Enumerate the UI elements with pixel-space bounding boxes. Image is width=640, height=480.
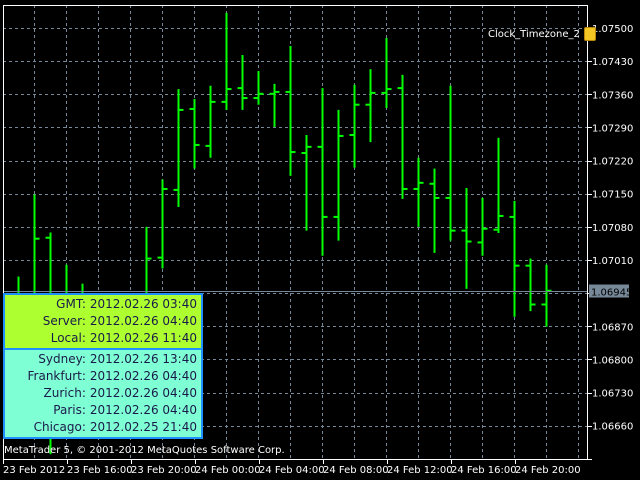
clock-label: Sydney: — [38, 351, 86, 366]
clock-row-local: Local: 2012.02.26 11:40 — [5, 330, 197, 347]
price-tick-label: 1.07080 — [592, 223, 633, 234]
copyright-text: MetaTrader 5, © 2001-2012 MetaQuotes Sof… — [4, 445, 285, 456]
clock-value: 2012.02.25 21:40 — [89, 420, 197, 435]
clock-label: Server: — [42, 314, 86, 329]
clock-row-chicago: Chicago: 2012.02.25 21:40 — [5, 419, 197, 436]
ohlc-bar — [509, 200, 520, 317]
ohlc-bar — [221, 12, 232, 110]
clock-value: 2012.02.26 13:40 — [89, 351, 197, 366]
expert-name: Clock_Timezone_2 — [488, 28, 580, 40]
ohlc-bar — [541, 264, 552, 327]
ohlc-bar — [365, 69, 376, 143]
timezone-section: Sydney: 2012.02.26 13:40 Frankfurt: 2012.0… — [5, 349, 201, 437]
ohlc-bar — [525, 258, 536, 312]
ohlc-bar — [317, 88, 328, 256]
time-tick-label: 24 Feb 08:00 — [323, 465, 389, 476]
clock-row-server: Server: 2012.02.26 04:40 — [5, 313, 197, 330]
clock-value: 2012.02.26 04:40 — [89, 314, 197, 329]
price-tick-label: 1.07500 — [592, 24, 633, 35]
time-tick-label: 23 Feb 2012 — [3, 465, 65, 476]
ohlc-bar — [445, 85, 456, 241]
time-tick-label: 24 Feb 00:00 — [195, 465, 261, 476]
price-tick-label: 1.07150 — [592, 190, 633, 201]
ohlc-bar — [477, 197, 488, 256]
clock-value: 2012.02.26 04:40 — [89, 368, 197, 383]
ohlc-bar — [237, 54, 248, 110]
ohlc-bar — [397, 74, 408, 199]
price-tick-label: 1.06800 — [592, 355, 633, 366]
price-tick-label: 1.07360 — [592, 90, 633, 101]
time-tick-label: 23 Feb 16:00 — [67, 465, 133, 476]
price-tick-label: 1.06870 — [592, 322, 633, 333]
ohlc-bar — [349, 84, 360, 168]
clock-label: Local: — [50, 331, 86, 346]
clock-row-gmt: GMT: 2012.02.26 03:40 — [5, 296, 197, 313]
scroll-icon — [583, 27, 596, 41]
ohlc-bar — [205, 85, 216, 158]
ohlc-bar — [493, 137, 504, 233]
price-tick-label: 1.07220 — [592, 157, 633, 168]
clock-label: Frankfurt: — [27, 368, 86, 383]
ohlc-bar — [189, 99, 200, 169]
ohlc-bar — [173, 89, 184, 207]
ohlc-bar — [301, 134, 312, 231]
time-tick-label: 23 Feb 20:00 — [131, 465, 197, 476]
ohlc-bar — [269, 83, 280, 127]
clock-value: 2012.02.26 03:40 — [89, 297, 197, 311]
ohlc-bar — [253, 71, 264, 105]
current-price-label: 1.06945 — [591, 288, 632, 299]
ohlc-bar — [461, 188, 472, 289]
price-tick-label: 1.06730 — [592, 389, 633, 400]
expert-label[interactable]: Clock_Timezone_2 — [488, 27, 596, 41]
main-clock-section: GMT: 2012.02.26 03:40 Server: 2012.02.26 0… — [5, 295, 201, 348]
clock-value: 2012.02.26 04:40 — [89, 385, 197, 400]
time-tick-label: 24 Feb 20:00 — [515, 465, 581, 476]
clock-label: Chicago: — [33, 420, 86, 435]
clock-panel: GMT: 2012.02.26 03:40 Server: 2012.02.26 0… — [3, 293, 203, 439]
clock-row-zurich: Zurich: 2012.02.26 04:40 — [5, 385, 197, 402]
clock-label: GMT: — [56, 297, 86, 311]
price-tick-label: 1.06660 — [592, 422, 633, 433]
time-tick-label: 24 Feb 12:00 — [387, 465, 453, 476]
price-tick-label: 1.07290 — [592, 123, 633, 134]
clock-label: Zurich: — [43, 385, 86, 400]
price-tick-label: 1.07430 — [592, 57, 633, 68]
price-tick-label: 1.07010 — [592, 256, 633, 267]
clock-label: Paris: — [53, 403, 86, 418]
ohlc-bar — [413, 157, 424, 227]
clock-row-paris: Paris: 2012.02.26 04:40 — [5, 402, 197, 419]
ohlc-bar — [429, 168, 440, 253]
ohlc-bar — [333, 109, 344, 241]
clock-value: 2012.02.26 04:40 — [89, 403, 197, 418]
clock-value: 2012.02.26 11:40 — [89, 331, 197, 346]
time-tick-label: 24 Feb 16:00 — [451, 465, 517, 476]
ohlc-bar — [285, 45, 296, 176]
clock-row-frankfurt: Frankfurt: 2012.02.26 04:40 — [5, 368, 198, 385]
clock-row-sydney: Sydney: 2012.02.26 13:40 — [5, 351, 197, 368]
ohlc-bar — [381, 37, 392, 109]
ohlc-bar — [157, 179, 168, 269]
time-tick-label: 24 Feb 04:00 — [259, 465, 325, 476]
